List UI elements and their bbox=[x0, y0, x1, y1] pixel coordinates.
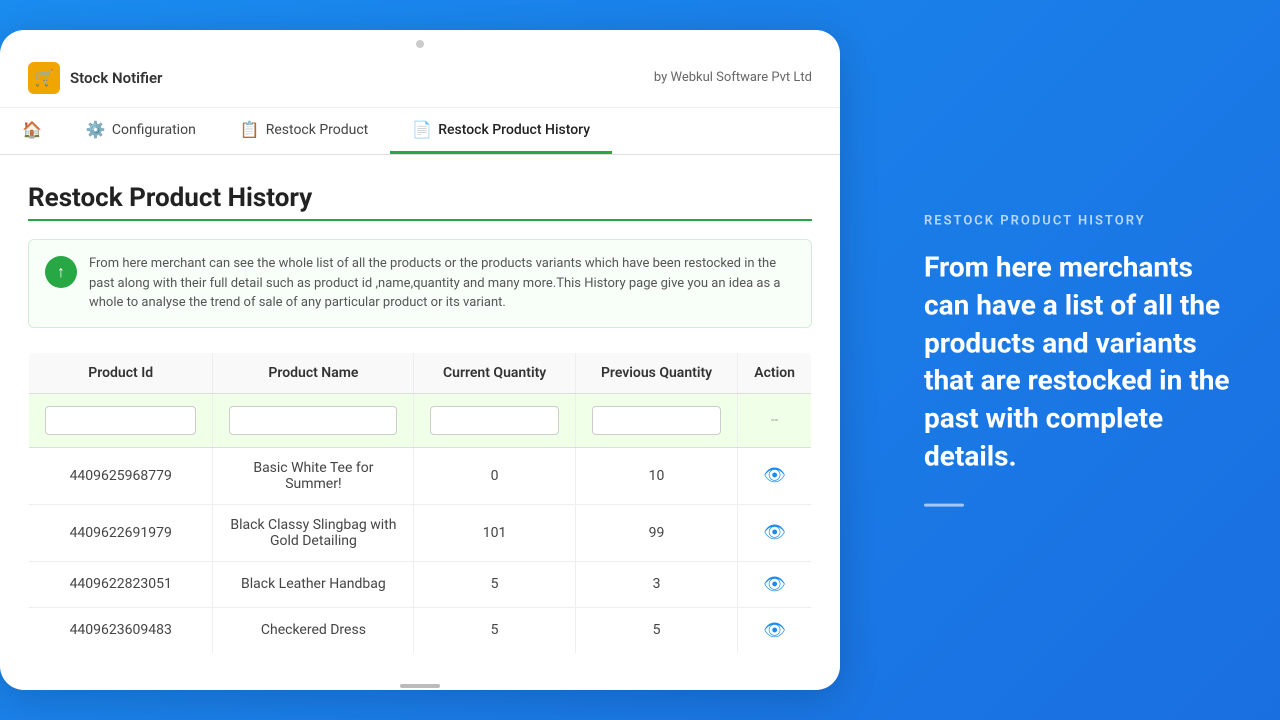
table-row: 4409622823051Black Leather Handbag53 👁 bbox=[29, 561, 812, 607]
filter-action-placeholder: -- bbox=[771, 413, 778, 428]
app-title: Stock Notifier bbox=[70, 69, 162, 87]
filter-product-name[interactable] bbox=[213, 393, 414, 447]
scroll-thumb bbox=[400, 684, 440, 688]
app-icon-emoji: 🛒 bbox=[34, 68, 54, 87]
title-underline bbox=[28, 219, 812, 221]
col-product-id: Product Id bbox=[29, 352, 213, 393]
col-action: Action bbox=[738, 352, 812, 393]
row-3-col-0: 4409623609483 bbox=[29, 607, 213, 653]
filter-prev-qty[interactable] bbox=[575, 393, 737, 447]
page-wrapper: 🛒 Stock Notifier by Webkul Software Pvt … bbox=[0, 0, 1280, 720]
row-2-col-1: Black Leather Handbag bbox=[213, 561, 414, 607]
filter-row: -- bbox=[29, 393, 812, 447]
tab-configuration[interactable]: ⚙️ Configuration bbox=[64, 108, 218, 154]
filter-product-id[interactable] bbox=[29, 393, 213, 447]
bottom-scroll bbox=[0, 678, 840, 690]
tab-restock-product-label: Restock Product bbox=[266, 122, 369, 138]
info-box: ↑ From here merchant can see the whole l… bbox=[28, 239, 812, 328]
table-row: 4409623609483Checkered Dress55👁 bbox=[29, 607, 812, 653]
row-2-col-0: 4409622823051 bbox=[29, 561, 213, 607]
row-0-col-0: 4409625968779 bbox=[29, 447, 213, 504]
tab-restock-product-history[interactable]: 📄 Restock Product History bbox=[390, 108, 612, 154]
product-history-table: Product Id Product Name Current Quantity… bbox=[28, 352, 812, 654]
main-content: Restock Product History ↑ From here merc… bbox=[0, 155, 840, 678]
config-icon: ⚙️ bbox=[86, 120, 106, 139]
info-text: From here merchant can see the whole lis… bbox=[89, 254, 795, 313]
tab-restock-product[interactable]: 📋 Restock Product bbox=[218, 108, 390, 154]
row-3-col-1: Checkered Dress bbox=[213, 607, 414, 653]
row-0-col-2: 0 bbox=[414, 447, 575, 504]
table-row: 4409625968779Basic White Tee for Summer!… bbox=[29, 447, 812, 504]
row-1-col-2: 101 bbox=[414, 504, 575, 561]
filter-product-id-input[interactable] bbox=[45, 406, 196, 435]
table-header-row: Product Id Product Name Current Quantity… bbox=[29, 352, 812, 393]
page-title: Restock Product History bbox=[28, 183, 812, 213]
right-panel-description: From here merchants can have a list of a… bbox=[924, 249, 1236, 476]
row-1-col-1: Black Classy Slingbag with Gold Detailin… bbox=[213, 504, 414, 561]
filter-product-name-input[interactable] bbox=[229, 406, 397, 435]
tab-configuration-label: Configuration bbox=[112, 122, 196, 138]
col-prev-qty: Previous Quantity bbox=[575, 352, 737, 393]
right-panel-divider bbox=[924, 503, 964, 506]
row-1-col-3: 99 bbox=[575, 504, 737, 561]
row-0-col-1: Basic White Tee for Summer! bbox=[213, 447, 414, 504]
home-icon: 🏠 bbox=[22, 120, 42, 139]
tab-home[interactable]: 🏠 bbox=[0, 108, 64, 154]
info-icon: ↑ bbox=[45, 256, 77, 288]
row-0-col-3: 10 bbox=[575, 447, 737, 504]
table-row: 4409622691979Black Classy Slingbag with … bbox=[29, 504, 812, 561]
row-3-action: 👁 bbox=[738, 607, 812, 653]
view-icon[interactable]: 👁 bbox=[763, 620, 786, 641]
nav-tabs: 🏠 ⚙️ Configuration 📋 Restock Product 📄 R… bbox=[0, 108, 840, 155]
top-bar: 🛒 Stock Notifier by Webkul Software Pvt … bbox=[0, 48, 840, 108]
history-icon: 📄 bbox=[412, 120, 432, 139]
row-1-action: 👁 bbox=[738, 504, 812, 561]
row-3-col-2: 5 bbox=[414, 607, 575, 653]
company-credit: by Webkul Software Pvt Ltd bbox=[654, 70, 812, 85]
restock-icon: 📋 bbox=[240, 120, 260, 139]
row-1-col-0: 4409622691979 bbox=[29, 504, 213, 561]
filter-action: -- bbox=[738, 393, 812, 447]
main-card: 🛒 Stock Notifier by Webkul Software Pvt … bbox=[0, 30, 840, 690]
row-2-col-3: 3 bbox=[575, 561, 737, 607]
tab-restock-product-history-label: Restock Product History bbox=[438, 122, 590, 138]
col-product-name: Product Name bbox=[213, 352, 414, 393]
view-icon[interactable]: 👁 bbox=[763, 465, 786, 486]
view-icon[interactable]: 👁 bbox=[763, 522, 786, 543]
row-3-col-3: 5 bbox=[575, 607, 737, 653]
row-2-action: 👁 bbox=[738, 561, 812, 607]
app-icon: 🛒 bbox=[28, 62, 60, 94]
view-icon[interactable]: 👁 bbox=[763, 574, 786, 595]
row-0-action: 👁 bbox=[738, 447, 812, 504]
row-2-col-2: 5 bbox=[414, 561, 575, 607]
col-current-qty: Current Quantity bbox=[414, 352, 575, 393]
filter-prev-qty-input[interactable] bbox=[592, 406, 721, 435]
filter-current-qty[interactable] bbox=[414, 393, 575, 447]
filter-current-qty-input[interactable] bbox=[430, 406, 558, 435]
right-panel-label: RESTOCK PRODUCT HISTORY bbox=[924, 214, 1236, 229]
app-branding: 🛒 Stock Notifier bbox=[28, 62, 162, 94]
right-panel: RESTOCK PRODUCT HISTORY From here mercha… bbox=[880, 174, 1280, 547]
drag-handle bbox=[416, 40, 424, 48]
